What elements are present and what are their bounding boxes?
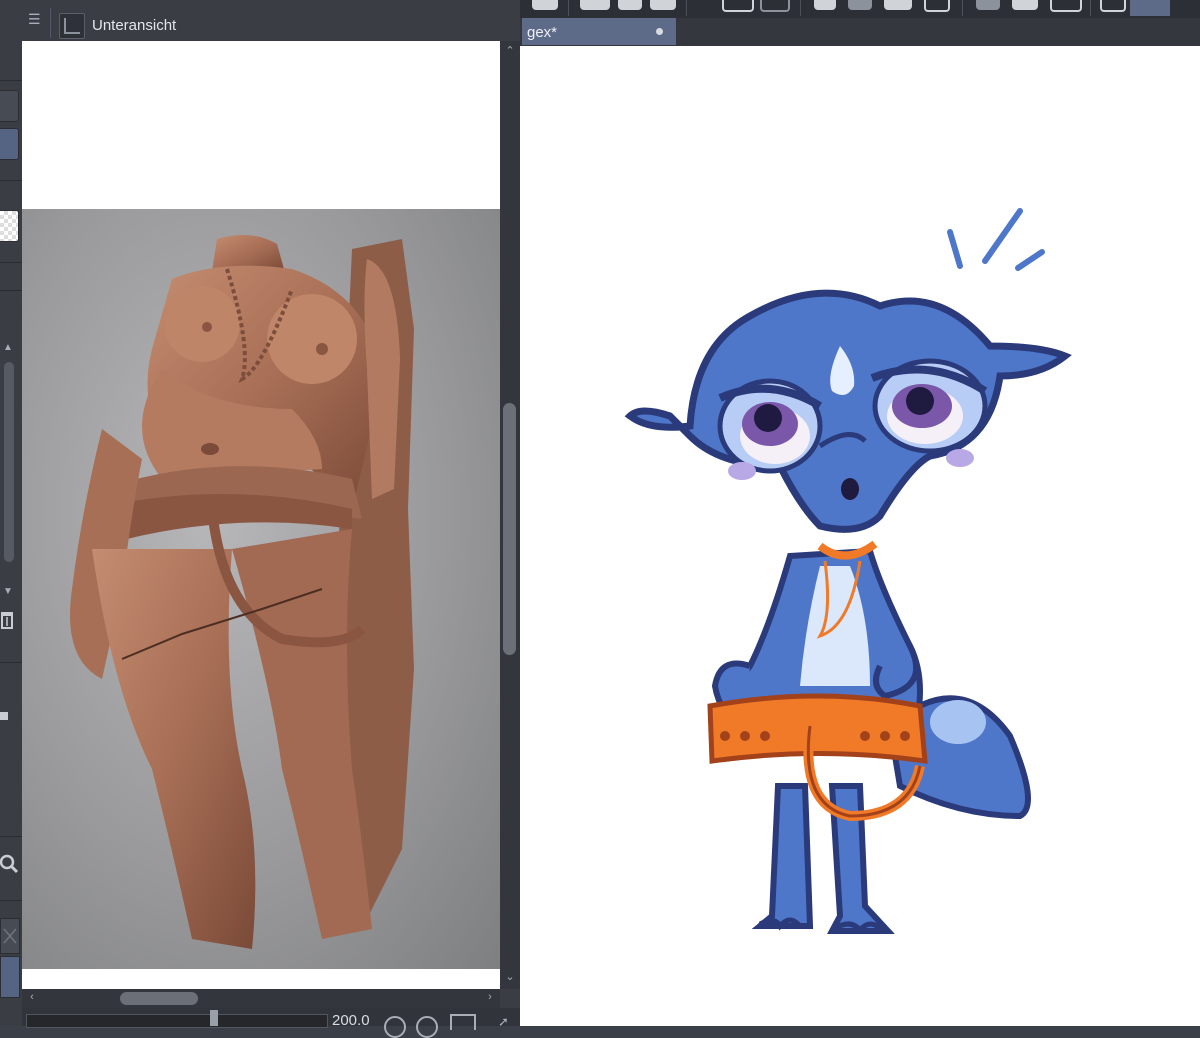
select-icon[interactable] [976, 0, 1000, 10]
sub-view-icon[interactable] [59, 13, 85, 39]
strip-divider [0, 180, 22, 181]
close-icon[interactable] [0, 918, 20, 954]
strip-divider [0, 836, 22, 837]
document-tab-title: gex* [527, 24, 558, 41]
crop-icon[interactable] [1100, 0, 1126, 12]
layer-icon[interactable] [650, 0, 676, 10]
zoom-value[interactable]: 200.0 [332, 1012, 370, 1029]
sub-view-title: Unteransicht [92, 17, 177, 34]
strip-divider [0, 80, 22, 81]
character-illustration [624, 208, 1072, 934]
rotate-icon[interactable] [384, 1016, 406, 1038]
fill-icon[interactable] [884, 0, 912, 10]
toolbar-separator [686, 0, 687, 16]
toolbar-separator [1090, 0, 1091, 16]
undo-icon[interactable] [722, 0, 754, 12]
zoom-slider-knob[interactable] [210, 1010, 218, 1026]
strip-divider [0, 662, 22, 663]
active-color-button[interactable] [0, 956, 20, 998]
spark-icon[interactable] [814, 0, 836, 10]
magnifier-icon[interactable] [0, 852, 20, 876]
eraser-tool-button[interactable] [0, 90, 19, 122]
scroll-up-arrow[interactable]: ⌃ [500, 44, 520, 57]
new-layer-icon[interactable] [580, 0, 610, 10]
toolbar-separator [962, 0, 963, 16]
transparency-toggle-button[interactable] [0, 210, 19, 242]
scroll-up-arrow[interactable]: ▲ [3, 342, 17, 358]
toolbar-icon[interactable] [532, 0, 558, 10]
sub-view-horizontal-scrollbar[interactable] [22, 989, 500, 1008]
trash-icon[interactable] [0, 608, 14, 630]
transform-icon[interactable] [924, 0, 950, 12]
scroll-down-arrow[interactable]: ⌄ [500, 970, 520, 983]
strip-divider [0, 900, 22, 901]
toolbar-separator [568, 0, 569, 16]
folder-icon[interactable] [618, 0, 642, 10]
vertical-scroll-thumb[interactable] [503, 403, 516, 655]
fit-icon[interactable] [416, 1016, 438, 1038]
statue-illustration [70, 235, 414, 949]
lasso-button[interactable] [1130, 0, 1170, 16]
spark-alt-icon[interactable] [848, 0, 872, 10]
reference-photo [22, 209, 500, 969]
strip-scrollbar[interactable] [4, 362, 14, 562]
small-square-icon [0, 712, 8, 720]
strip-divider [0, 290, 22, 291]
select-alt-icon[interactable] [1012, 0, 1038, 10]
flip-icon[interactable] [450, 1014, 476, 1030]
redo-icon[interactable] [760, 0, 790, 12]
strip-divider [0, 262, 22, 263]
scroll-down-arrow[interactable]: ▼ [3, 586, 17, 602]
frame-icon[interactable] [1050, 0, 1082, 12]
hamburger-icon[interactable]: ☰ [28, 11, 42, 27]
main-canvas[interactable] [520, 46, 1200, 1026]
horizontal-scroll-thumb[interactable] [120, 992, 198, 1005]
header-divider [50, 8, 51, 38]
main-toolbar [520, 0, 1200, 18]
pin-icon[interactable]: ➚ [498, 1014, 514, 1029]
scroll-left-arrow[interactable]: ‹ [22, 991, 42, 1003]
pen-tool-button[interactable] [0, 128, 19, 160]
scroll-right-arrow[interactable]: › [480, 991, 500, 1003]
unsaved-indicator[interactable] [656, 28, 663, 35]
left-tool-strip: ▲ ▼ [0, 0, 23, 1026]
toolbar-separator [800, 0, 801, 16]
